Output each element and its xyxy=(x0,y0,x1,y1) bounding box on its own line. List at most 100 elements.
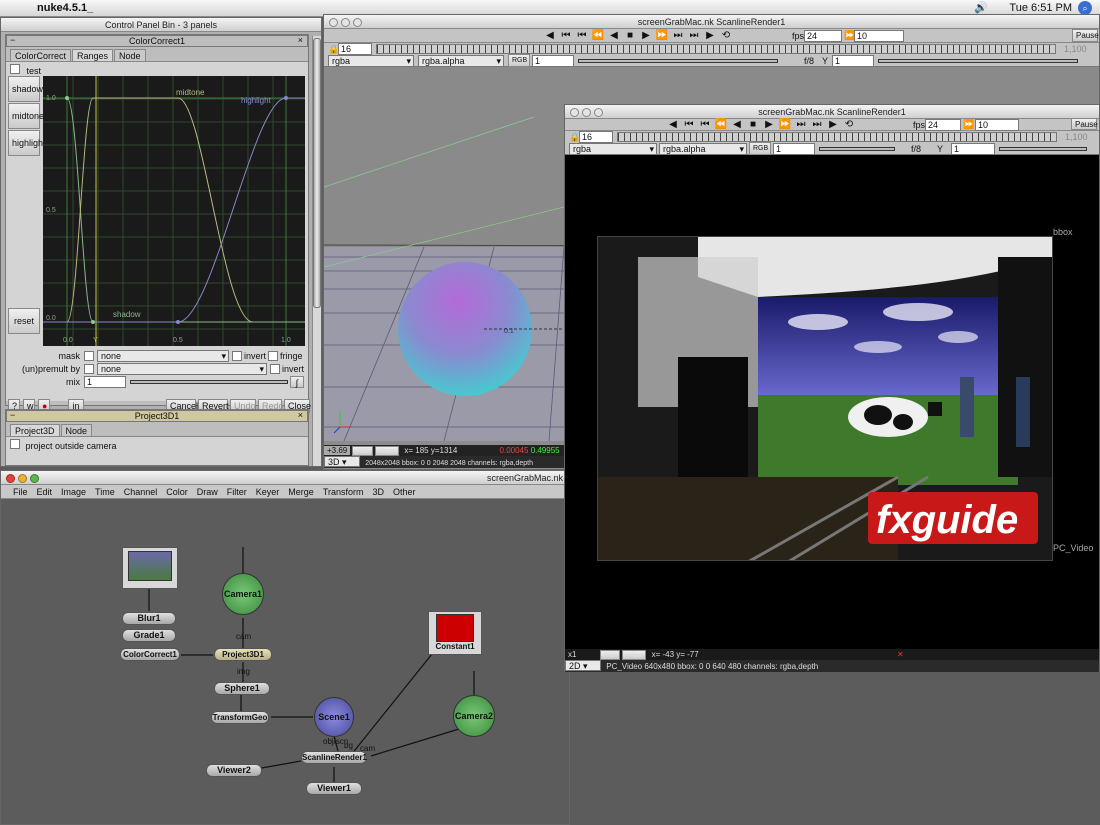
close-icon[interactable]: × xyxy=(298,410,303,421)
tab-node[interactable]: Node xyxy=(60,424,93,436)
pause-button[interactable]: Pause xyxy=(1071,118,1098,130)
menu-channel[interactable]: Channel xyxy=(124,487,158,497)
curve-point[interactable] xyxy=(284,96,288,100)
play-icon[interactable]: ▶ xyxy=(761,118,777,132)
clock[interactable]: Tue 6:51 PM xyxy=(1009,2,1072,14)
sphere-node[interactable]: Sphere1 xyxy=(214,682,270,695)
collapse-icon[interactable]: − xyxy=(10,410,15,421)
play-back-icon[interactable]: ◀ xyxy=(542,29,558,43)
rewind-icon[interactable]: ⏪ xyxy=(590,29,606,43)
read-node[interactable] xyxy=(122,547,178,589)
volume-icon[interactable]: 🔊 xyxy=(974,1,988,14)
view-mode-select[interactable]: 2D ▾ xyxy=(565,660,601,671)
ranges-curve-editor[interactable]: midtone highlight shadow 1.0 0.5 0.0 0.0… xyxy=(43,76,305,346)
midtone-button[interactable]: midtone xyxy=(8,103,44,129)
invert2-checkbox[interactable] xyxy=(270,364,280,374)
first-frame-icon[interactable]: ⏮ xyxy=(558,29,574,43)
menu-keyer[interactable]: Keyer xyxy=(256,487,280,497)
viewer2-titlebar[interactable]: screenGrabMac.nk ScanlineRender1 xyxy=(565,105,1099,119)
prev-key-icon[interactable]: ⏮ xyxy=(574,29,590,43)
tab-colorcorrect[interactable]: ColorCorrect xyxy=(10,49,72,61)
viewer1-node[interactable]: Viewer1 xyxy=(306,782,362,795)
premult-select[interactable]: none ▾ xyxy=(97,363,267,375)
premult-checkbox[interactable] xyxy=(84,364,94,374)
step-forward-icon[interactable]: ▶ xyxy=(702,29,718,43)
channels-select[interactable]: rgba ▾ xyxy=(569,143,657,155)
frame-increment-field[interactable]: 10 xyxy=(975,119,1019,131)
prev-key-icon[interactable]: ⏮ xyxy=(697,118,713,132)
last-frame-icon[interactable]: ⏭ xyxy=(686,29,702,43)
fringe-checkbox[interactable] xyxy=(268,351,278,361)
transformgeo-node[interactable]: TransformGeo xyxy=(211,711,269,724)
fstop-label[interactable]: f/8 xyxy=(911,144,921,154)
rewind-icon[interactable]: ⏪ xyxy=(713,118,729,132)
mix-field[interactable]: 1 xyxy=(84,376,126,388)
fps-field[interactable]: 24 xyxy=(804,30,842,42)
gamma-slider[interactable] xyxy=(878,59,1078,63)
alpha-select[interactable]: rgba.alpha ▾ xyxy=(418,55,504,67)
frame-increment-field[interactable]: 10 xyxy=(854,30,904,42)
timeline-ruler[interactable] xyxy=(617,132,1057,142)
frame-field[interactable]: 16 xyxy=(579,131,613,143)
close-icon[interactable]: × xyxy=(298,35,303,46)
collapse-icon[interactable]: − xyxy=(10,35,15,46)
control-bin-titlebar[interactable]: Control Panel Bin - 3 panels xyxy=(1,18,321,32)
mix-slider[interactable] xyxy=(130,380,288,384)
curve-point[interactable] xyxy=(91,320,95,324)
tab-project3d[interactable]: Project3D xyxy=(10,424,60,436)
rgb-button[interactable]: RGB xyxy=(508,54,530,67)
tab-node[interactable]: Node xyxy=(114,49,146,61)
increment-icon[interactable]: ⏩ xyxy=(963,119,974,130)
menu-transform[interactable]: Transform xyxy=(323,487,364,497)
menu-edit[interactable]: Edit xyxy=(37,487,53,497)
step-forward-icon[interactable]: ▶ xyxy=(825,118,841,132)
stop-icon[interactable]: ■ xyxy=(622,29,638,43)
loop-icon[interactable]: ⟲ xyxy=(718,29,734,43)
gain-field[interactable]: 1 xyxy=(532,55,574,67)
project-outside-checkbox[interactable] xyxy=(10,439,20,449)
alpha-select[interactable]: rgba.alpha ▾ xyxy=(659,143,747,155)
last-frame-icon[interactable]: ⏭ xyxy=(809,118,825,132)
reset-button[interactable]: reset xyxy=(8,308,40,334)
menu-time[interactable]: Time xyxy=(95,487,115,497)
project3d-header[interactable]: − Project3D1 × xyxy=(6,410,308,422)
gamma-field[interactable]: 1 xyxy=(951,143,995,155)
test-checkbox[interactable] xyxy=(10,64,20,74)
first-frame-icon[interactable]: ⏮ xyxy=(681,118,697,132)
constant-node[interactable]: Constant1 xyxy=(428,611,482,655)
timeline-ruler[interactable] xyxy=(376,44,1056,54)
frame-field[interactable]: 16 xyxy=(338,43,372,55)
menu-merge[interactable]: Merge xyxy=(288,487,314,497)
menu-other[interactable]: Other xyxy=(393,487,416,497)
highlight-button[interactable]: highlight xyxy=(8,130,46,156)
channels-select[interactable]: rgba ▾ xyxy=(328,55,414,67)
next-key-icon[interactable]: ⏭ xyxy=(793,118,809,132)
menu-image[interactable]: Image xyxy=(61,487,86,497)
menu-3d[interactable]: 3D xyxy=(372,487,384,497)
viewer1-titlebar[interactable]: screenGrabMac.nk ScanlineRender1 xyxy=(324,15,1099,29)
next-key-icon[interactable]: ⏭ xyxy=(670,29,686,43)
mask-select[interactable]: none ▾ xyxy=(97,350,229,362)
rgb-button[interactable]: RGB xyxy=(749,142,771,155)
spotlight-icon[interactable]: ⌕ xyxy=(1078,1,1092,15)
project3d-node[interactable]: Project3D1 xyxy=(214,648,272,661)
fast-forward-icon[interactable]: ⏩ xyxy=(777,118,793,132)
fast-forward-icon[interactable]: ⏩ xyxy=(654,29,670,43)
fps-field[interactable]: 24 xyxy=(925,119,961,131)
view-mode-select[interactable]: 3D ▾ xyxy=(324,456,360,467)
play-icon[interactable]: ▶ xyxy=(638,29,654,43)
bin-scroll-thumb[interactable] xyxy=(313,38,321,308)
tab-ranges[interactable]: Ranges xyxy=(72,49,114,61)
curve-point[interactable] xyxy=(65,96,69,100)
bin-scrollbar[interactable] xyxy=(312,36,321,466)
zoom-value[interactable]: x1 xyxy=(565,650,579,659)
mask-checkbox[interactable] xyxy=(84,351,94,361)
zoom-value[interactable]: +3.69 xyxy=(324,446,351,455)
pause-button[interactable]: Pause xyxy=(1072,29,1099,42)
viewport-2d[interactable]: bbox fxguide PC_Video xyxy=(565,155,1099,649)
gain-slider[interactable] xyxy=(578,59,778,63)
scene1-node[interactable]: Scene1 xyxy=(314,697,354,737)
roi-button[interactable]: ROI xyxy=(352,446,373,456)
menu-filter[interactable]: Filter xyxy=(227,487,247,497)
camera2-node[interactable]: Camera2 xyxy=(453,695,495,737)
